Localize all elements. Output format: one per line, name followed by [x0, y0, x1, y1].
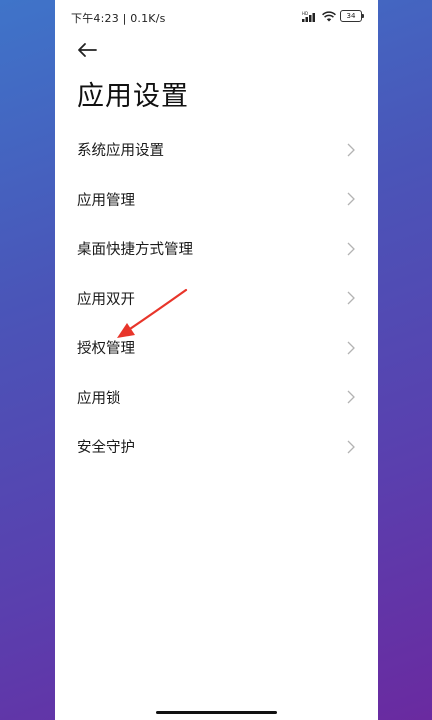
chevron-right-icon: [347, 143, 355, 157]
page-title: 应用设置: [77, 81, 189, 112]
menu-item-label: 安全守护: [77, 440, 135, 457]
menu-item-app-management[interactable]: 应用管理: [55, 175, 378, 225]
menu-item-label: 系统应用设置: [77, 143, 164, 160]
chevron-right-icon: [347, 192, 355, 206]
menu-item-label: 桌面快捷方式管理: [77, 242, 193, 259]
settings-menu: 系统应用设置 应用管理 桌面快捷方式管理 应用双开 授权管理 应用锁 安全守护: [55, 125, 378, 472]
chevron-right-icon: [347, 341, 355, 355]
chevron-right-icon: [347, 390, 355, 404]
status-icons: HD 34: [302, 10, 364, 22]
svg-text:HD: HD: [302, 11, 308, 16]
phone-screen: 下午4:23 | 0.1K/s HD 34 应用设置 系统应用设置 应用管理 桌…: [55, 0, 378, 720]
menu-item-desktop-shortcuts[interactable]: 桌面快捷方式管理: [55, 224, 378, 274]
signal-icon: HD: [302, 11, 315, 22]
menu-item-label: 应用锁: [77, 390, 121, 407]
chevron-right-icon: [347, 440, 355, 454]
back-button[interactable]: [75, 38, 99, 62]
menu-item-security-guard[interactable]: 安全守护: [55, 422, 378, 472]
chevron-right-icon: [347, 242, 355, 256]
menu-item-dual-apps[interactable]: 应用双开: [55, 274, 378, 324]
chevron-right-icon: [347, 291, 355, 305]
menu-item-label: 授权管理: [77, 341, 135, 358]
home-indicator[interactable]: [156, 711, 277, 714]
battery-icon: 34: [340, 10, 364, 22]
status-time-speed: 下午4:23 | 0.1K/s: [71, 12, 166, 25]
menu-item-permission-management[interactable]: 授权管理: [55, 323, 378, 373]
menu-item-label: 应用管理: [77, 192, 135, 209]
wifi-icon: [322, 10, 336, 21]
menu-item-label: 应用双开: [77, 291, 135, 308]
arrow-left-icon: [78, 43, 97, 57]
menu-item-app-lock[interactable]: 应用锁: [55, 373, 378, 423]
menu-item-system-app-settings[interactable]: 系统应用设置: [55, 125, 378, 175]
status-bar: 下午4:23 | 0.1K/s HD 34: [55, 0, 378, 34]
